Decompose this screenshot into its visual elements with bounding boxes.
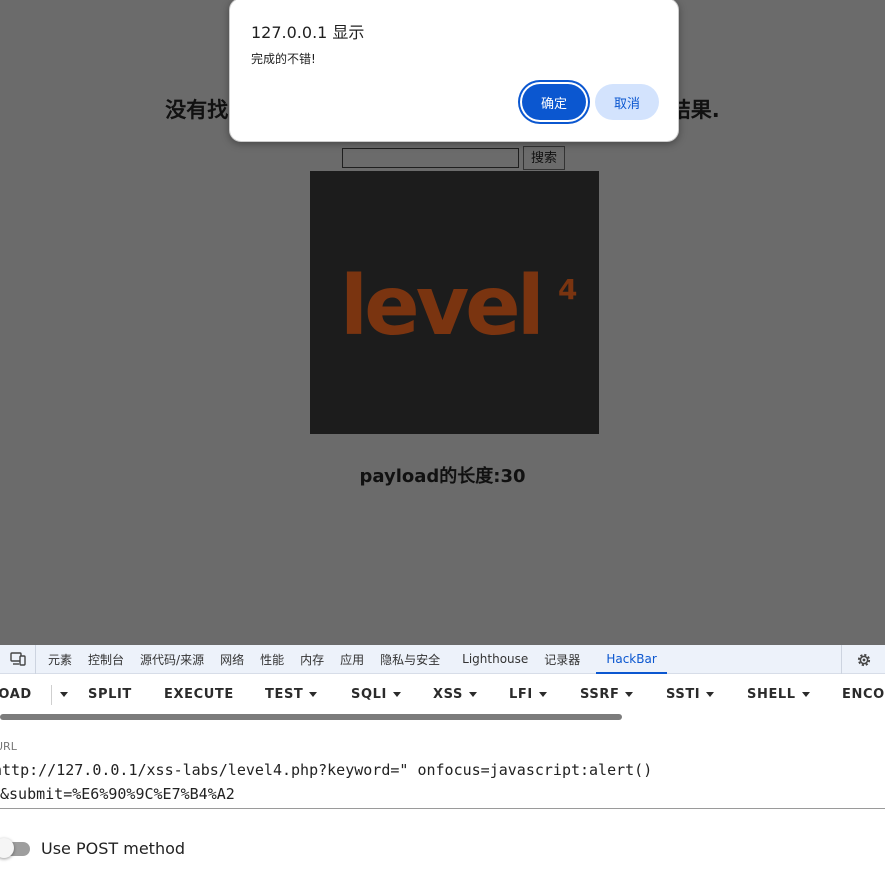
hackbar-ssrf-menu[interactable]: SSRF — [580, 674, 634, 714]
tab-elements[interactable]: 元素 — [40, 645, 80, 674]
tab-recorder[interactable]: 记录器 — [536, 645, 588, 674]
settings-gear-icon[interactable] — [841, 645, 885, 674]
hackbar-encoding-menu[interactable]: ENCODING — [842, 674, 885, 714]
hackbar-lfi-menu[interactable]: LFI — [509, 674, 547, 714]
chevron-down-icon — [706, 691, 715, 697]
hackbar-load-button[interactable]: LOAD — [0, 674, 32, 714]
devtools-tab-bar: 元素 控制台 源代码/来源 网络 性能 内存 应用 隐私与安全 Lighthou… — [0, 644, 885, 674]
hackbar-xss-menu[interactable]: XSS — [433, 674, 477, 714]
chevron-down-icon — [392, 691, 401, 697]
tab-performance[interactable]: 性能 — [252, 645, 292, 674]
hackbar-execute-button[interactable]: EXECUTE — [164, 674, 234, 714]
level-image: level 4 — [310, 171, 599, 434]
search-button[interactable]: 搜索 — [523, 146, 566, 170]
tab-application[interactable]: 应用 — [332, 645, 372, 674]
tab-console[interactable]: 控制台 — [80, 645, 132, 674]
payload-length: payload的长度:30 — [359, 466, 526, 487]
chevron-down-icon — [801, 691, 810, 697]
load-dropdown-chevron-down-icon[interactable] — [54, 674, 68, 714]
alert-cancel-button[interactable]: 取消 — [595, 84, 659, 120]
alert-ok-button[interactable]: 确定 — [522, 84, 586, 120]
search-form: 搜索 — [342, 146, 566, 170]
level-logo: level 4 — [340, 259, 577, 354]
hackbar-toolbar: LOAD SPLIT EXECUTE TEST SQLI XSS LFI SSR… — [0, 674, 885, 714]
alert-title: 127.0.0.1 显示 — [251, 23, 365, 42]
tab-hackbar[interactable]: HackBar — [594, 645, 668, 674]
chevron-down-icon — [468, 691, 477, 697]
tab-sources[interactable]: 源代码/来源 — [132, 645, 212, 674]
url-label: URL — [0, 740, 17, 753]
hackbar-sqli-menu[interactable]: SQLI — [351, 674, 401, 714]
url-line-2: &submit=%E6%90%9C%E7%B4%A2 — [0, 785, 235, 803]
hackbar-shell-menu[interactable]: SHELL — [747, 674, 810, 714]
post-method-label: Use POST method — [41, 839, 186, 858]
alert-message: 完成的不错! — [251, 52, 316, 66]
tab-network[interactable]: 网络 — [212, 645, 252, 674]
level-logo-number: 4 — [558, 273, 577, 306]
alert-dialog: 127.0.0.1 显示 完成的不错! 确定 取消 — [229, 0, 679, 142]
url-textarea[interactable]: http://127.0.0.1/xss-labs/level4.php?key… — [0, 760, 885, 809]
hackbar-split-button[interactable]: SPLIT — [88, 674, 132, 714]
level-logo-text: level — [340, 259, 541, 354]
chevron-down-icon — [625, 691, 634, 697]
toolbar-divider — [51, 685, 52, 705]
tab-memory[interactable]: 内存 — [292, 645, 332, 674]
device-toolbar-icon[interactable] — [0, 644, 36, 674]
search-input[interactable] — [342, 148, 519, 168]
chevron-down-icon — [309, 691, 318, 697]
tab-lighthouse[interactable]: Lighthouse — [454, 645, 536, 674]
horizontal-scrollbar[interactable] — [0, 714, 622, 720]
url-line-1: http://127.0.0.1/xss-labs/level4.php?key… — [0, 761, 653, 779]
hackbar-test-menu[interactable]: TEST — [265, 674, 318, 714]
hackbar-ssti-menu[interactable]: SSTI — [666, 674, 715, 714]
tab-privacy-security[interactable]: 隐私与安全 — [372, 645, 448, 674]
chevron-down-icon — [538, 691, 547, 697]
